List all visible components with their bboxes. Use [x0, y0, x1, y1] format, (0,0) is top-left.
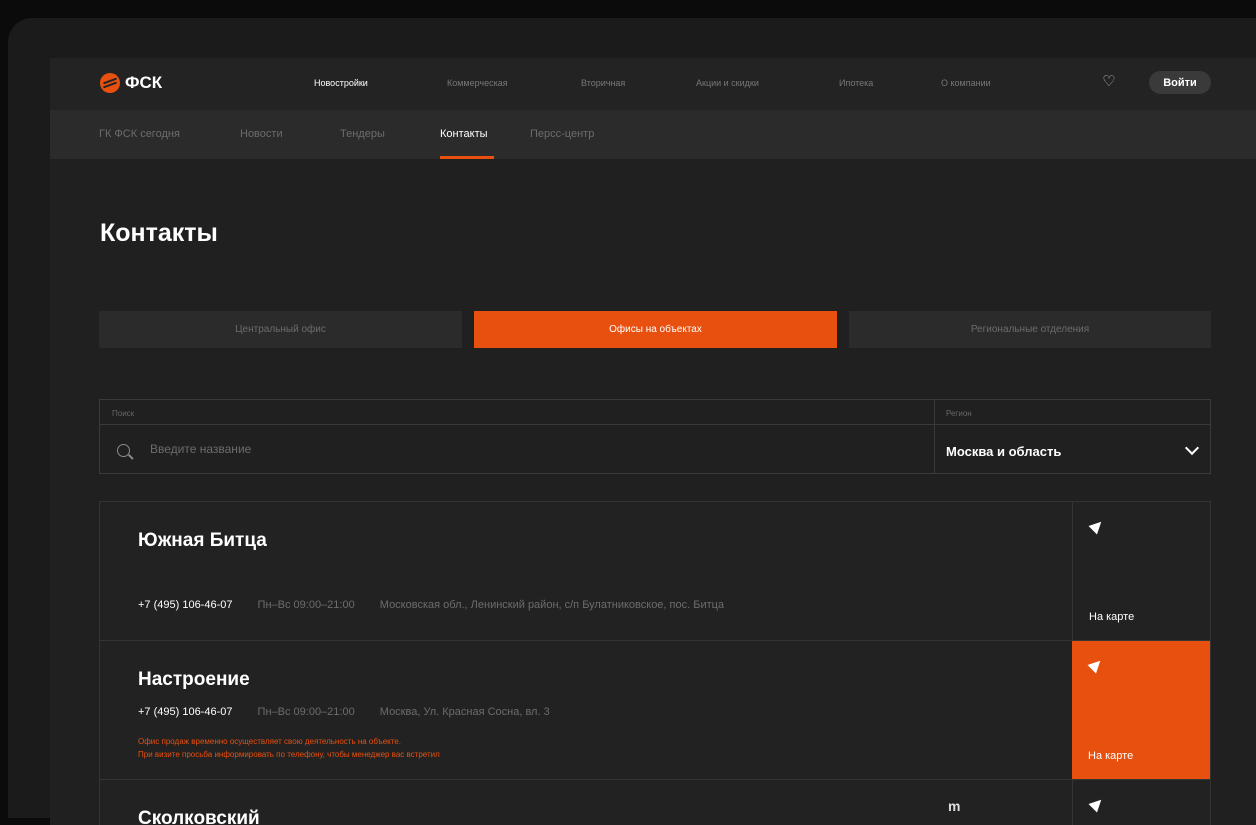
office-card-yuzhnaya-bitsa: Южная Битца +7 (495) 106-46-07 Пн–Вс 09:…	[99, 501, 1211, 641]
location-arrow-icon	[1087, 656, 1105, 674]
nav-mortgage[interactable]: Ипотека	[839, 78, 873, 88]
office-phone[interactable]: +7 (495) 106-46-07	[138, 599, 232, 611]
login-button[interactable]: Войти	[1149, 71, 1211, 94]
office-phone[interactable]: +7 (495) 106-46-07	[138, 706, 232, 718]
subnav-contacts[interactable]: Контакты	[440, 128, 488, 140]
office-hours: Пн–Вс 09:00–21:00	[257, 599, 355, 611]
tab-regional[interactable]: Региональные отделения	[849, 311, 1211, 348]
region-label: Регион	[946, 409, 972, 418]
logo-text: ФСК	[125, 73, 163, 92]
logo-icon	[100, 73, 120, 93]
office-meta: +7 (495) 106-46-07 Пн–Вс 09:00–21:00 Мос…	[138, 706, 550, 718]
chevron-down-icon[interactable]	[1184, 440, 1200, 456]
map-button[interactable]: На карте	[1072, 641, 1210, 779]
office-name: Сколковский	[138, 808, 260, 825]
office-card-nastroenie: Настроение +7 (495) 106-46-07 Пн–Вс 09:0…	[99, 640, 1211, 780]
filter-panel: Поиск Регион Москва и область	[99, 399, 1211, 474]
office-card-skolkovsky: Сколковский m	[99, 779, 1211, 825]
location-arrow-icon	[1088, 795, 1106, 813]
search-icon	[117, 444, 130, 457]
metro-icon: m	[948, 798, 961, 814]
tab-central-office[interactable]: Центральный офис	[99, 311, 462, 348]
logo[interactable]: ФСК	[100, 73, 162, 93]
subnav-tenders[interactable]: Тендеры	[340, 128, 385, 140]
office-name: Южная Битца	[138, 530, 267, 551]
nav-secondary[interactable]: Вторичная	[581, 78, 625, 88]
filter-divider	[934, 400, 935, 473]
nav-about[interactable]: О компании	[941, 78, 991, 88]
notice-line: Офис продаж временно осуществляет свою д…	[138, 737, 401, 746]
nav-promotions[interactable]: Акции и скидки	[696, 78, 759, 88]
map-label: На карте	[1089, 611, 1135, 623]
nav-novostroyki[interactable]: Новостройки	[314, 78, 368, 88]
subnav-news[interactable]: Новости	[240, 128, 283, 140]
notice-line: При визите просьба информировать по теле…	[138, 750, 440, 759]
office-address: Московская обл., Ленинский район, с/п Бу…	[379, 599, 725, 611]
top-header: ФСК Новостройки Коммерческая Вторичная А…	[50, 58, 1256, 110]
filter-divider	[100, 424, 1210, 425]
office-hours: Пн–Вс 09:00–21:00	[257, 706, 355, 718]
tab-site-offices[interactable]: Офисы на объектах	[474, 311, 837, 348]
search-label: Поиск	[112, 409, 135, 418]
subnav-today[interactable]: ГК ФСК сегодня	[99, 128, 180, 140]
map-label: На карте	[1088, 750, 1134, 762]
search-input[interactable]	[150, 442, 750, 456]
page-title: Контакты	[100, 219, 218, 247]
device-frame: ФСК Новостройки Коммерческая Вторичная А…	[8, 18, 1256, 825]
office-name: Настроение	[138, 669, 250, 690]
browser-screen: ФСК Новостройки Коммерческая Вторичная А…	[50, 58, 1256, 825]
map-button[interactable]: На карте	[1072, 502, 1210, 640]
nav-commercial[interactable]: Коммерческая	[447, 78, 508, 88]
region-select[interactable]: Москва и область	[946, 444, 1061, 459]
office-meta: +7 (495) 106-46-07 Пн–Вс 09:00–21:00 Мос…	[138, 599, 724, 611]
subnav-press[interactable]: Персс-центр	[530, 128, 594, 140]
active-subnav-underline	[440, 156, 494, 159]
map-button[interactable]	[1072, 780, 1210, 825]
office-notice: Офис продаж временно осуществляет свою д…	[138, 735, 440, 761]
sub-navigation: ГК ФСК сегодня Новости Тендеры Контакты …	[50, 110, 1256, 159]
office-address: Москва, Ул. Красная Сосна, вл. 3	[379, 706, 550, 718]
favorites-heart-icon[interactable]: ♡	[1101, 74, 1117, 90]
location-arrow-icon	[1088, 517, 1106, 535]
